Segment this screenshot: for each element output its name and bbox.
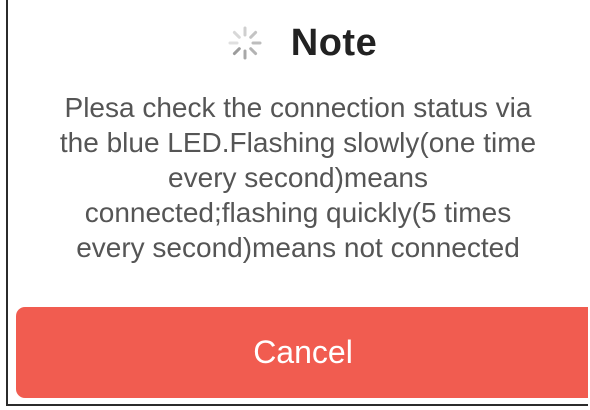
loading-spinner-icon [228, 26, 262, 60]
dialog-header: Note [8, 18, 588, 68]
message-line: every second)means [168, 162, 428, 193]
message-line: the blue LED.Flashing slowly(one time [59, 127, 537, 158]
dialog-title: Note [290, 21, 378, 64]
message-line: Plesa check the connection status via [64, 92, 532, 123]
cancel-button[interactable]: Cancel [16, 307, 588, 398]
dialog: Note Plesa check the connection status v… [6, 0, 588, 406]
dialog-message: Plesa check the connection status via th… [8, 90, 588, 265]
message-line: every second)means not connected [76, 232, 520, 263]
cancel-button-label: Cancel [253, 334, 353, 370]
message-line: connected;flashing quickly(5 times [84, 197, 512, 228]
